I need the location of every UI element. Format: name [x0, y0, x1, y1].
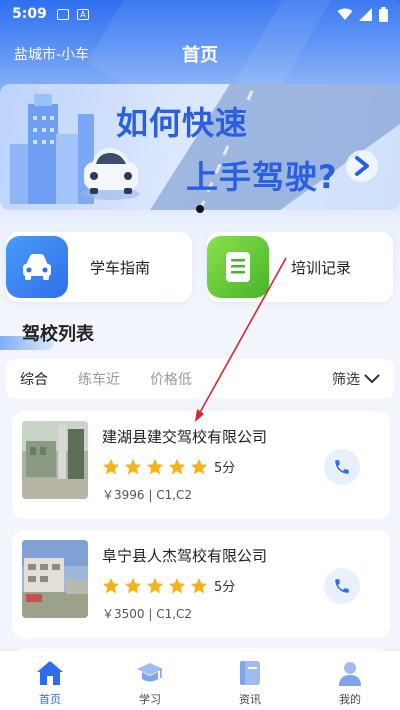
chevron-down-icon: [364, 374, 380, 384]
filter-bar: 综合 练车近 价格低 筛选: [6, 359, 394, 399]
tab-study[interactable]: 学习: [110, 659, 190, 707]
star-icon: [102, 458, 120, 474]
star-icon: [190, 458, 208, 474]
nav-bar: 盐城市-小车 首页: [0, 36, 400, 72]
quick-link-label: 学车指南: [90, 258, 151, 277]
user-icon: [339, 662, 361, 686]
tab-mine[interactable]: 我的: [310, 659, 390, 707]
filter-screen-button[interactable]: 筛选: [332, 369, 380, 389]
graduation-cap-icon: [137, 663, 163, 682]
home-icon: [37, 661, 63, 685]
tab-label: 资讯: [239, 693, 261, 706]
status-bar: 5:09 A: [0, 0, 400, 28]
school-card[interactable]: 建湖县建交驾校有限公司 5分 ￥3996 | C1,C2: [12, 411, 390, 519]
status-time: 5:09: [12, 6, 47, 22]
star-icon: [190, 577, 208, 593]
star-icon: [168, 458, 186, 474]
signal-icon: [359, 7, 372, 21]
banner-headline-1: 如何快速: [116, 104, 249, 142]
wifi-icon: [337, 8, 353, 20]
promo-banner[interactable]: 如何快速 上手驾驶?: [0, 84, 400, 210]
quick-link-records[interactable]: 培训记录: [207, 232, 393, 302]
school-name: 阜宁县人杰驾校有限公司: [102, 547, 268, 565]
score-label: 5分: [214, 580, 236, 595]
battery-icon: [379, 6, 388, 22]
school-card[interactable]: 阜宁县人杰驾校有限公司 5分 ￥3500 | C1,C2: [12, 530, 390, 638]
filter-price-low[interactable]: 价格低: [150, 369, 192, 389]
phone-icon: [335, 460, 349, 474]
score-label: 5分: [214, 461, 236, 476]
banner-headline-2: 上手驾驶?: [186, 158, 338, 196]
document-icon: [207, 236, 269, 298]
carousel-indicator: [196, 205, 204, 213]
star-icon: [102, 577, 120, 593]
car-icon: [6, 236, 68, 298]
star-icon: [168, 577, 186, 593]
quick-link-label: 培训记录: [291, 258, 352, 277]
rating-stars: 5分: [102, 576, 235, 595]
call-button[interactable]: [324, 449, 360, 485]
section-title: 驾校列表: [22, 324, 94, 345]
filter-comprehensive[interactable]: 综合: [20, 369, 48, 389]
school-photo: [22, 540, 88, 618]
city-selector[interactable]: 盐城市-小车: [14, 44, 89, 64]
tab-label: 我的: [339, 693, 361, 706]
star-icon: [124, 577, 142, 593]
tab-label: 学习: [139, 693, 161, 706]
star-icon: [124, 458, 142, 474]
tab-news[interactable]: 资讯: [210, 659, 290, 707]
image-notification-icon: [56, 8, 69, 20]
book-icon: [240, 661, 260, 685]
filter-screen-label: 筛选: [332, 372, 360, 388]
page-title: 首页: [182, 45, 218, 66]
school-price-license: ￥3500 | C1,C2: [102, 607, 193, 621]
star-icon: [146, 577, 164, 593]
a-notification-icon: A: [76, 8, 89, 20]
bottom-tab-bar: 首页 学习 资讯 我的: [0, 651, 400, 710]
call-button[interactable]: [324, 568, 360, 604]
school-price-license: ￥3996 | C1,C2: [102, 488, 193, 502]
tab-label: 首页: [39, 693, 61, 706]
school-photo: [22, 421, 88, 499]
school-name: 建湖县建交驾校有限公司: [102, 428, 268, 446]
rating-stars: 5分: [102, 457, 235, 476]
phone-icon: [335, 579, 349, 593]
filter-nearest[interactable]: 练车近: [78, 369, 120, 389]
star-icon: [146, 458, 164, 474]
tab-home[interactable]: 首页: [10, 659, 90, 707]
quick-link-guide[interactable]: 学车指南: [6, 232, 192, 302]
